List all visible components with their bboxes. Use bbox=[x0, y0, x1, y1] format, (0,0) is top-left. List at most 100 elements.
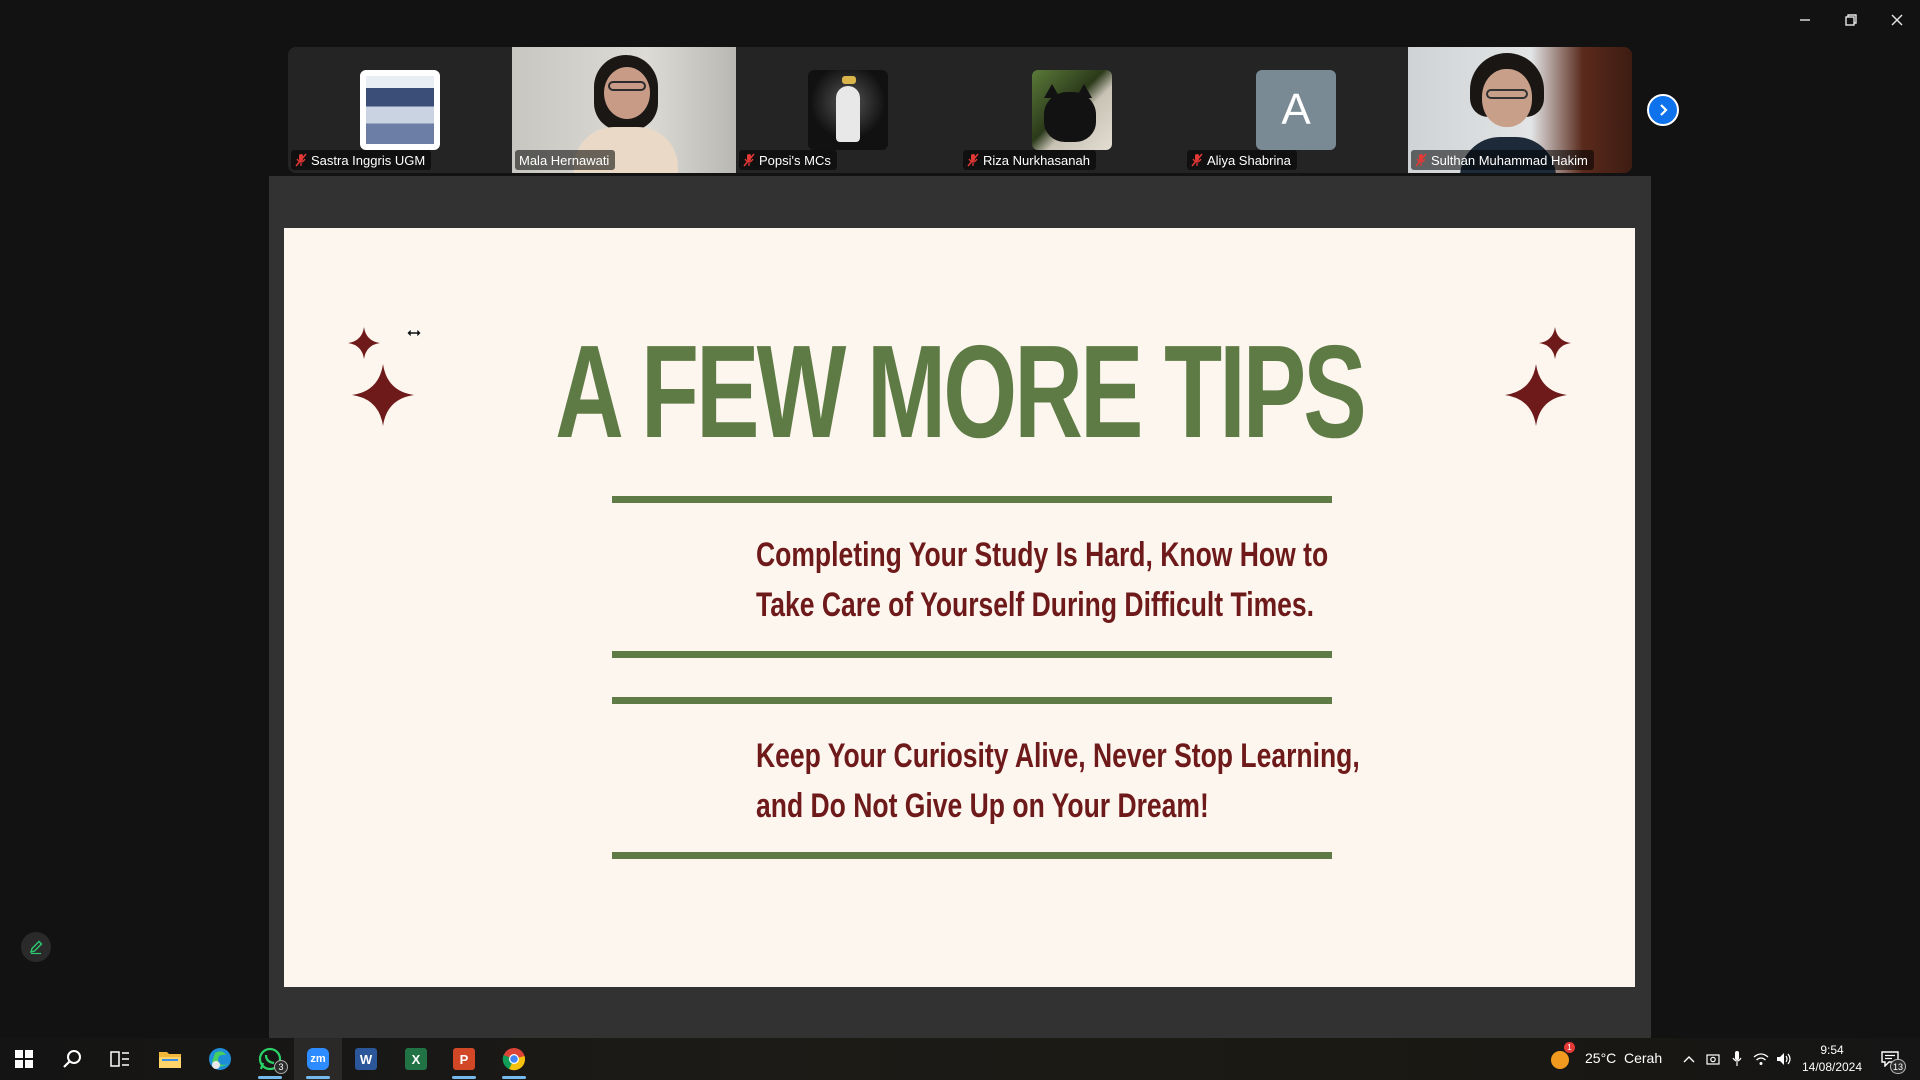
annotate-button[interactable] bbox=[21, 932, 51, 962]
tip-2-line-2: and Do Not Give Up on Your Dream! bbox=[756, 787, 1209, 825]
microphone-icon bbox=[1732, 1051, 1742, 1066]
weather-description[interactable]: Cerah bbox=[1624, 1050, 1662, 1066]
close-button[interactable] bbox=[1874, 0, 1920, 40]
zoom-icon: zm bbox=[307, 1048, 329, 1070]
participant-label: Aliya Shabrina bbox=[1187, 150, 1297, 170]
word-icon-label: W bbox=[359, 1051, 373, 1067]
chevron-right-icon bbox=[1660, 104, 1668, 116]
whatsapp-badge: 3 bbox=[274, 1060, 288, 1074]
network-button[interactable] bbox=[1750, 1038, 1772, 1080]
participant-tile[interactable]: A Aliya Shabrina bbox=[1184, 47, 1408, 173]
microphone-button[interactable] bbox=[1726, 1038, 1748, 1080]
participant-avatar bbox=[1032, 70, 1112, 150]
participant-name: Aliya Shabrina bbox=[1207, 152, 1291, 168]
presentation-slide: A FEW MORE TIPS Completing Your Study Is… bbox=[284, 228, 1635, 987]
tip-1: Completing Your Study Is Hard, Know How … bbox=[756, 530, 1328, 630]
zoom-button[interactable]: zm bbox=[294, 1038, 342, 1080]
sparkle-icon bbox=[1505, 364, 1567, 426]
resize-cursor-icon bbox=[406, 328, 422, 338]
edge-icon bbox=[209, 1048, 231, 1070]
participant-name: Popsi's MCs bbox=[759, 152, 831, 168]
file-explorer-button[interactable] bbox=[146, 1038, 194, 1080]
sparkle-icon bbox=[352, 364, 414, 426]
camera-icon bbox=[1706, 1054, 1720, 1065]
participant-name: Mala Hernawati bbox=[519, 152, 610, 168]
clock-date: 14/08/2024 bbox=[1801, 1060, 1863, 1074]
participant-label: Mala Hernawati bbox=[515, 150, 616, 170]
weather-widget-icon-wrap[interactable]: 1 bbox=[1542, 1038, 1578, 1080]
avatar-initial: A bbox=[1281, 85, 1311, 134]
participant-label: Popsi's MCs bbox=[739, 150, 837, 170]
mic-muted-icon bbox=[1415, 153, 1427, 167]
mic-muted-icon bbox=[967, 153, 979, 167]
tip-2-line-1: Keep Your Curiosity Alive, Never Stop Le… bbox=[756, 737, 1360, 775]
minimize-icon bbox=[1800, 19, 1810, 21]
participant-tile[interactable]: Riza Nurkhasanah bbox=[960, 47, 1184, 173]
search-button[interactable] bbox=[48, 1038, 96, 1080]
folder-icon bbox=[159, 1052, 181, 1068]
task-view-icon bbox=[110, 1051, 129, 1067]
restore-button[interactable] bbox=[1828, 0, 1874, 40]
participant-name: Sastra Inggris UGM bbox=[311, 152, 426, 168]
tip-1-line-2: Take Care of Yourself During Difficult T… bbox=[756, 586, 1315, 624]
mic-muted-icon bbox=[743, 153, 755, 167]
tip-1-line-1: Completing Your Study Is Hard, Know How … bbox=[756, 536, 1329, 574]
wifi-icon bbox=[1753, 1053, 1769, 1065]
next-participants-button[interactable] bbox=[1647, 94, 1679, 126]
participant-tile[interactable]: Sulthan Muhammad Hakim bbox=[1408, 47, 1632, 173]
divider-line bbox=[612, 697, 1332, 704]
participant-label: Sulthan Muhammad Hakim bbox=[1411, 150, 1594, 170]
chevron-up-icon bbox=[1683, 1056, 1695, 1063]
powerpoint-button[interactable]: P bbox=[440, 1038, 488, 1080]
participant-label: Riza Nurkhasanah bbox=[963, 150, 1096, 170]
word-button[interactable]: W bbox=[342, 1038, 390, 1080]
participant-avatar bbox=[360, 70, 440, 150]
participant-avatar: A bbox=[1256, 70, 1336, 150]
sparkle-icon bbox=[1539, 327, 1571, 359]
participant-name: Riza Nurkhasanah bbox=[983, 152, 1090, 168]
excel-button[interactable]: X bbox=[392, 1038, 440, 1080]
task-view-button[interactable] bbox=[96, 1038, 144, 1080]
windows-logo-icon bbox=[15, 1050, 33, 1068]
excel-icon: X bbox=[405, 1048, 427, 1070]
divider-line bbox=[612, 651, 1332, 658]
whatsapp-button[interactable]: 3 bbox=[246, 1038, 294, 1080]
start-button[interactable] bbox=[0, 1038, 48, 1080]
powerpoint-icon-label: P bbox=[459, 1051, 469, 1067]
restore-icon bbox=[1845, 14, 1857, 26]
notification-count: 13 bbox=[1890, 1059, 1907, 1074]
participant-tile[interactable]: Sastra Inggris UGM bbox=[288, 47, 512, 173]
mic-muted-icon bbox=[1191, 153, 1203, 167]
weather-temperature[interactable]: 25°C bbox=[1585, 1050, 1616, 1066]
slide-title: A FEW MORE TIPS bbox=[555, 318, 1367, 465]
taskbar: 3 zm W X P 1 25°C Cerah 9:54 14/08/2024 … bbox=[0, 1038, 1920, 1080]
powerpoint-icon: P bbox=[453, 1048, 475, 1070]
weather-badge: 1 bbox=[1564, 1042, 1575, 1053]
tip-2: Keep Your Curiosity Alive, Never Stop Le… bbox=[756, 731, 1360, 831]
speaker-icon bbox=[1777, 1053, 1791, 1065]
edge-button[interactable] bbox=[196, 1038, 244, 1080]
participant-tile-active-speaker[interactable]: Mala Hernawati bbox=[512, 47, 736, 173]
word-icon: W bbox=[355, 1048, 377, 1070]
clock-time: 9:54 bbox=[1820, 1043, 1844, 1057]
divider-line bbox=[612, 496, 1332, 503]
pencil-icon bbox=[29, 940, 43, 955]
divider-line bbox=[612, 852, 1332, 859]
clock[interactable]: 9:54 14/08/2024 bbox=[1795, 1042, 1869, 1076]
excel-icon-label: X bbox=[411, 1051, 421, 1067]
participant-avatar bbox=[808, 70, 888, 150]
zoom-icon-label: zm bbox=[310, 1053, 326, 1065]
participant-tile[interactable]: Popsi's MCs bbox=[736, 47, 960, 173]
volume-button[interactable] bbox=[1773, 1038, 1795, 1080]
search-icon bbox=[63, 1050, 81, 1068]
show-hidden-icons-button[interactable] bbox=[1678, 1038, 1700, 1080]
chrome-button[interactable] bbox=[490, 1038, 538, 1080]
sparkle-icon bbox=[348, 327, 380, 359]
minimize-button[interactable] bbox=[1782, 0, 1828, 40]
chrome-icon bbox=[502, 1048, 525, 1071]
meet-now-button[interactable] bbox=[1702, 1038, 1724, 1080]
window-controls bbox=[1782, 0, 1920, 40]
participant-label: Sastra Inggris UGM bbox=[291, 150, 432, 170]
participant-name: Sulthan Muhammad Hakim bbox=[1431, 152, 1588, 168]
notification-center-button[interactable]: 13 bbox=[1870, 1038, 1910, 1080]
